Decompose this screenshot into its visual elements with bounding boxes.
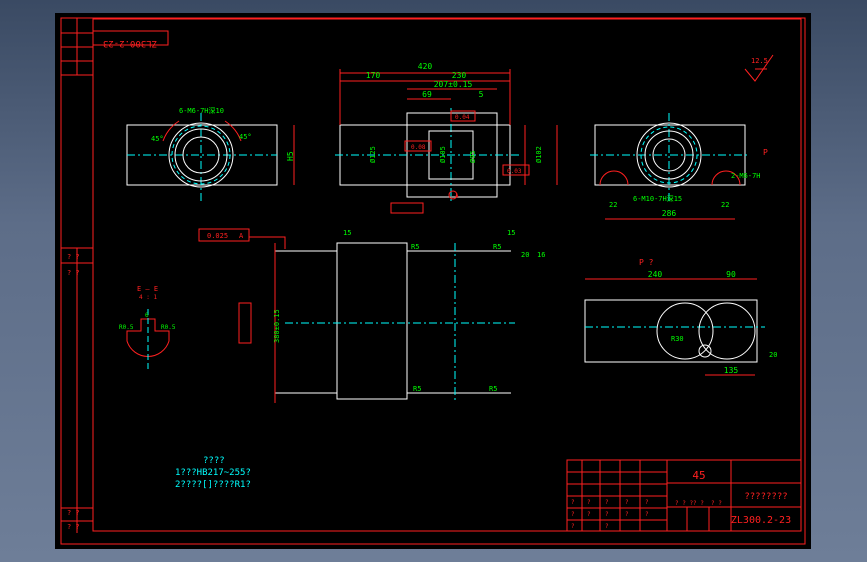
section-view bbox=[198, 228, 515, 403]
section-bottom-edge bbox=[275, 392, 511, 400]
strip-mark-2: ? ? bbox=[67, 269, 80, 277]
section-r5-tl: R5 bbox=[411, 243, 419, 251]
scale-row-2: ? ? bbox=[693, 500, 704, 507]
section-dim-15a: 15 bbox=[343, 229, 351, 237]
left-view-angle-arc-1 bbox=[162, 120, 180, 142]
section-e-label: E — E bbox=[137, 285, 158, 293]
scale-row-3: ? ? bbox=[711, 500, 722, 507]
section-dim-380-label: 380±0.15 bbox=[273, 309, 281, 343]
right-thread-callout-1: 6-M10-7H深15 bbox=[633, 194, 682, 203]
front-view bbox=[335, 69, 558, 214]
section-r5-br: R5 bbox=[489, 385, 497, 393]
material-label: 45 bbox=[692, 469, 705, 482]
grid-mark-8: ? bbox=[605, 511, 609, 518]
strip-mark-1: ? ? bbox=[67, 253, 80, 261]
note-2: 2????[]????R1? bbox=[175, 480, 251, 490]
grid-mark-11: ? bbox=[571, 523, 575, 530]
grid-mark-9: ? bbox=[625, 511, 629, 518]
drawing-canvas: ? ? ? ? ? ? ? ? ZL300.2-23 12.5 6-M6-7H深… bbox=[55, 13, 811, 549]
section-leader bbox=[249, 236, 286, 249]
left-angle-2: 45° bbox=[239, 133, 252, 141]
dim-22b: 22 bbox=[721, 201, 729, 209]
p-dim-90: 90 bbox=[726, 270, 736, 279]
p-view-circle-1 bbox=[656, 302, 714, 360]
dim-207: 207±0.15 bbox=[434, 80, 473, 89]
tol-value-2: 0.04 bbox=[455, 114, 470, 121]
dia-125: Ø125 bbox=[369, 146, 377, 163]
grid-mark-1: ? bbox=[571, 499, 575, 506]
right-view-mid-circle bbox=[644, 130, 694, 180]
p-view bbox=[584, 278, 765, 376]
p-view-title: P ? bbox=[639, 258, 654, 267]
roughness-value: 12.5 bbox=[751, 57, 768, 65]
grid-mark-3: ? bbox=[605, 499, 609, 506]
tol-frame-4 bbox=[390, 202, 424, 214]
inner-frame bbox=[92, 18, 802, 532]
p-dim-r30: R30 bbox=[671, 335, 684, 343]
grid-mark-4: ? bbox=[625, 499, 629, 506]
left-thread-callout: 6-M6-7H深10 bbox=[179, 106, 224, 115]
grid-mark-6: ? bbox=[571, 511, 575, 518]
note-1: 1???HB217~255? bbox=[175, 468, 251, 478]
left-height-label: H5 bbox=[286, 151, 295, 161]
section-e-scale: 4 : 1 bbox=[139, 294, 157, 301]
grid-mark-5: ? bbox=[645, 499, 649, 506]
strip-mark-4: ? ? bbox=[67, 523, 80, 531]
section-tol-value: 0.025 bbox=[207, 232, 228, 240]
dim-286: 286 bbox=[662, 209, 677, 218]
left-angle-1: 45° bbox=[151, 135, 164, 143]
detail-r-left: R0.5 bbox=[119, 324, 134, 331]
drawing-number: ZL300.2-23 bbox=[731, 515, 791, 526]
dia-105: Ø105 bbox=[439, 146, 447, 163]
dia-95: Ø95 bbox=[469, 150, 477, 163]
dim-420: 420 bbox=[418, 62, 433, 71]
p-view-body bbox=[584, 299, 758, 363]
left-end-view bbox=[126, 113, 295, 201]
detail-top: 6 bbox=[145, 312, 149, 319]
section-tol-datum: A bbox=[239, 232, 244, 240]
datum-label: A bbox=[455, 193, 459, 200]
section-side-tol bbox=[238, 302, 252, 344]
scale-row-1: ? ? ? bbox=[675, 500, 693, 507]
cad-drawing: ? ? ? ? ? ? ? ? ZL300.2-23 12.5 6-M6-7H深… bbox=[60, 17, 806, 545]
top-drawing-number: ZL300.2-23 bbox=[103, 38, 157, 48]
section-dim-20: 20 bbox=[521, 251, 529, 259]
tol-value-3: 0.03 bbox=[507, 168, 522, 175]
section-dim-15b: 15 bbox=[507, 229, 515, 237]
dim-170: 170 bbox=[366, 71, 381, 80]
tol-value-1: 0.08 bbox=[411, 144, 426, 151]
p-dim-20: 20 bbox=[769, 351, 777, 359]
grid-mark-2: ? bbox=[587, 499, 591, 506]
right-view-notch-left bbox=[599, 170, 629, 186]
p-dim-135: 135 bbox=[724, 366, 739, 375]
strip-mark-3: ? ? bbox=[67, 509, 80, 517]
notes-title: ???? bbox=[203, 456, 225, 466]
detail-r-right: R0.5 bbox=[161, 324, 176, 331]
dia-102: Ø102 bbox=[535, 146, 543, 163]
section-top-edge bbox=[275, 242, 511, 252]
part-name: ???????? bbox=[744, 492, 787, 502]
p-dim-240: 240 bbox=[648, 270, 663, 279]
dim-22a: 22 bbox=[609, 201, 617, 209]
section-r5-tr: R5 bbox=[493, 243, 501, 251]
dim-5: 5 bbox=[479, 90, 484, 99]
section-dim-16: 16 bbox=[537, 251, 545, 259]
grid-mark-10: ? bbox=[645, 511, 649, 518]
right-thread-callout-2: 2-M6-7H bbox=[731, 172, 761, 180]
grid-mark-7: ? bbox=[587, 511, 591, 518]
dim-69: 69 bbox=[422, 90, 432, 99]
view-label-p: P bbox=[763, 148, 768, 157]
section-r5-bl: R5 bbox=[413, 385, 421, 393]
dim-230: 230 bbox=[452, 71, 467, 80]
grid-mark-12: ? bbox=[605, 523, 609, 530]
outer-frame bbox=[60, 17, 806, 545]
p-view-circle-2 bbox=[698, 302, 756, 360]
